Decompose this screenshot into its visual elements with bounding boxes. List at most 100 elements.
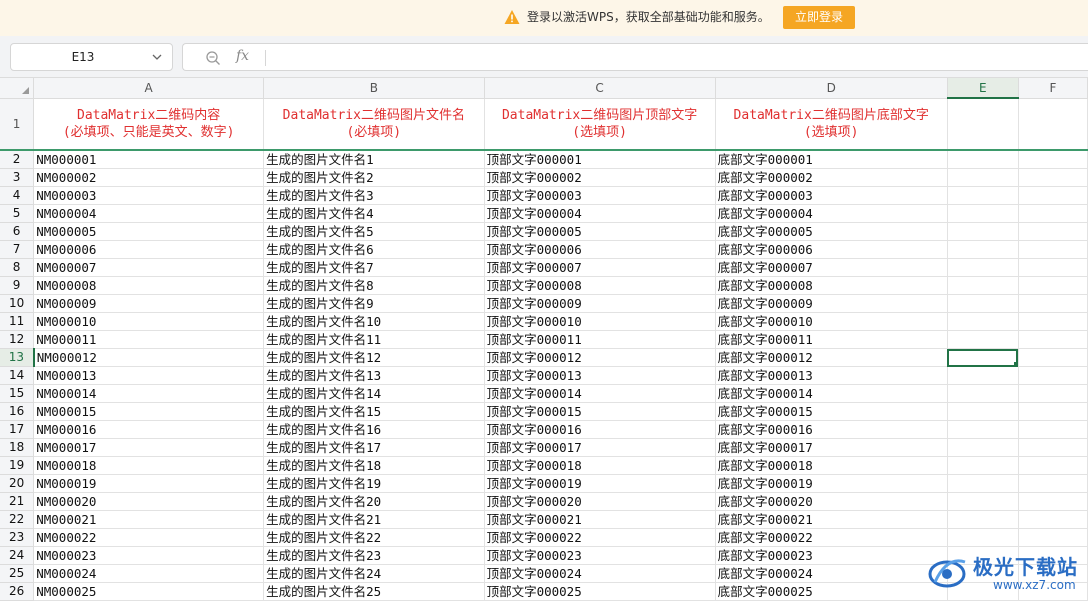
- cell-b[interactable]: 生成的图片文件名4: [263, 204, 485, 223]
- cell-a[interactable]: NM000008: [33, 276, 265, 295]
- cell-b[interactable]: 生成的图片文件名5: [263, 222, 485, 241]
- cell-e[interactable]: [947, 474, 1019, 493]
- cell-f[interactable]: [1018, 348, 1088, 367]
- cell-a[interactable]: NM000018: [33, 456, 265, 475]
- cell-f[interactable]: [1018, 240, 1088, 259]
- cell-b[interactable]: 生成的图片文件名9: [263, 294, 485, 313]
- cell-e[interactable]: [947, 168, 1019, 187]
- cell-c[interactable]: 顶部文字000023: [484, 546, 716, 565]
- cell-a[interactable]: NM000022: [33, 528, 265, 547]
- row-header[interactable]: 6: [0, 222, 35, 241]
- cell-b[interactable]: 生成的图片文件名20: [263, 492, 485, 511]
- cell-f[interactable]: [1018, 510, 1088, 529]
- row-header[interactable]: 24: [0, 546, 35, 565]
- cell-f[interactable]: [1018, 402, 1088, 421]
- cell-f[interactable]: [1018, 312, 1088, 331]
- row-header[interactable]: 14: [0, 366, 35, 385]
- cell-d[interactable]: 底部文字000023: [715, 546, 948, 565]
- cell-c[interactable]: 顶部文字000002: [484, 168, 716, 187]
- cell-a[interactable]: NM000020: [33, 492, 265, 511]
- cell-d[interactable]: 底部文字000012: [715, 348, 948, 367]
- cell-b[interactable]: 生成的图片文件名25: [263, 582, 485, 601]
- cell-d[interactable]: 底部文字000005: [715, 222, 948, 241]
- formula-input[interactable]: fx: [182, 43, 1088, 71]
- cell-f[interactable]: [1018, 366, 1088, 385]
- row-header[interactable]: 22: [0, 510, 35, 529]
- cell-a[interactable]: NM000010: [33, 312, 265, 331]
- cell-d[interactable]: 底部文字000024: [715, 564, 948, 583]
- spreadsheet-grid[interactable]: A B C D E F 1 DataMatrix二维码内容 (必填项、只能是英文、…: [0, 78, 1088, 603]
- cell-f[interactable]: [1018, 528, 1088, 547]
- cell-f1[interactable]: [1018, 98, 1088, 151]
- cell-d[interactable]: 底部文字000018: [715, 456, 948, 475]
- fill-handle[interactable]: [1013, 362, 1018, 366]
- column-header-c[interactable]: C: [484, 78, 716, 99]
- row-header[interactable]: 20: [0, 474, 35, 493]
- cell-e[interactable]: [947, 402, 1019, 421]
- row-header[interactable]: 26: [0, 582, 35, 601]
- row-header[interactable]: 8: [0, 258, 35, 277]
- cell-b[interactable]: 生成的图片文件名24: [263, 564, 485, 583]
- row-header[interactable]: 1: [0, 98, 35, 151]
- cell-c[interactable]: 顶部文字000009: [484, 294, 716, 313]
- cell-b1[interactable]: DataMatrix二维码图片文件名 (必填项): [263, 98, 485, 151]
- cell-f[interactable]: [1018, 474, 1088, 493]
- cell-c[interactable]: 顶部文字000008: [484, 276, 716, 295]
- cell-c[interactable]: 顶部文字000016: [484, 420, 716, 439]
- cell-e[interactable]: [947, 366, 1019, 385]
- cell-b[interactable]: 生成的图片文件名12: [263, 348, 485, 367]
- cell-c1[interactable]: DataMatrix二维码图片顶部文字 (选填项): [484, 98, 716, 151]
- cell-b[interactable]: 生成的图片文件名23: [263, 546, 485, 565]
- cell-a[interactable]: NM000009: [33, 294, 265, 313]
- cell-e[interactable]: [947, 330, 1019, 349]
- cell-c[interactable]: 顶部文字000025: [484, 582, 716, 601]
- cell-c[interactable]: 顶部文字000005: [484, 222, 716, 241]
- cell-d[interactable]: 底部文字000022: [715, 528, 948, 547]
- row-header[interactable]: 15: [0, 384, 35, 403]
- cell-a[interactable]: NM000002: [33, 168, 265, 187]
- cell-a[interactable]: NM000004: [33, 204, 265, 223]
- cell-a[interactable]: NM000012: [33, 348, 265, 367]
- login-button[interactable]: 立即登录: [783, 6, 855, 29]
- cell-c[interactable]: 顶部文字000022: [484, 528, 716, 547]
- row-header[interactable]: 16: [0, 402, 35, 421]
- cell-a[interactable]: NM000019: [33, 474, 265, 493]
- cell-a[interactable]: NM000021: [33, 510, 265, 529]
- row-header[interactable]: 25: [0, 564, 35, 583]
- cell-d[interactable]: 底部文字000010: [715, 312, 948, 331]
- cell-b[interactable]: 生成的图片文件名7: [263, 258, 485, 277]
- cell-a1[interactable]: DataMatrix二维码内容 (必填项、只能是英文、数字): [33, 98, 265, 151]
- cell-e[interactable]: [947, 150, 1019, 169]
- cell-d[interactable]: 底部文字000016: [715, 420, 948, 439]
- cell-f[interactable]: [1018, 276, 1088, 295]
- cell-c[interactable]: 顶部文字000010: [484, 312, 716, 331]
- cell-a[interactable]: NM000005: [33, 222, 265, 241]
- cell-b[interactable]: 生成的图片文件名14: [263, 384, 485, 403]
- zoom-icon[interactable]: [205, 50, 221, 66]
- cell-c[interactable]: 顶部文字000017: [484, 438, 716, 457]
- cell-a[interactable]: NM000017: [33, 438, 265, 457]
- cell-f[interactable]: [1018, 150, 1088, 169]
- cell-d[interactable]: 底部文字000015: [715, 402, 948, 421]
- cell-b[interactable]: 生成的图片文件名19: [263, 474, 485, 493]
- cell-c[interactable]: 顶部文字000024: [484, 564, 716, 583]
- cell-c[interactable]: 顶部文字000020: [484, 492, 716, 511]
- cell-c[interactable]: 顶部文字000003: [484, 186, 716, 205]
- cell-e[interactable]: [947, 528, 1019, 547]
- cell-a[interactable]: NM000011: [33, 330, 265, 349]
- cell-d[interactable]: 底部文字000006: [715, 240, 948, 259]
- cell-f[interactable]: [1018, 168, 1088, 187]
- cell-e1[interactable]: [947, 98, 1019, 151]
- cell-d[interactable]: 底部文字000013: [715, 366, 948, 385]
- column-header-a[interactable]: A: [33, 78, 265, 99]
- cell-a[interactable]: NM000024: [33, 564, 265, 583]
- cell-c[interactable]: 顶部文字000004: [484, 204, 716, 223]
- cell-b[interactable]: 生成的图片文件名6: [263, 240, 485, 259]
- cell-e[interactable]: [947, 204, 1019, 223]
- cell-d[interactable]: 底部文字000001: [715, 150, 948, 169]
- cell-e[interactable]: [947, 240, 1019, 259]
- cell-f[interactable]: [1018, 258, 1088, 277]
- row-header[interactable]: 23: [0, 528, 35, 547]
- cell-f[interactable]: [1018, 294, 1088, 313]
- cell-f[interactable]: [1018, 330, 1088, 349]
